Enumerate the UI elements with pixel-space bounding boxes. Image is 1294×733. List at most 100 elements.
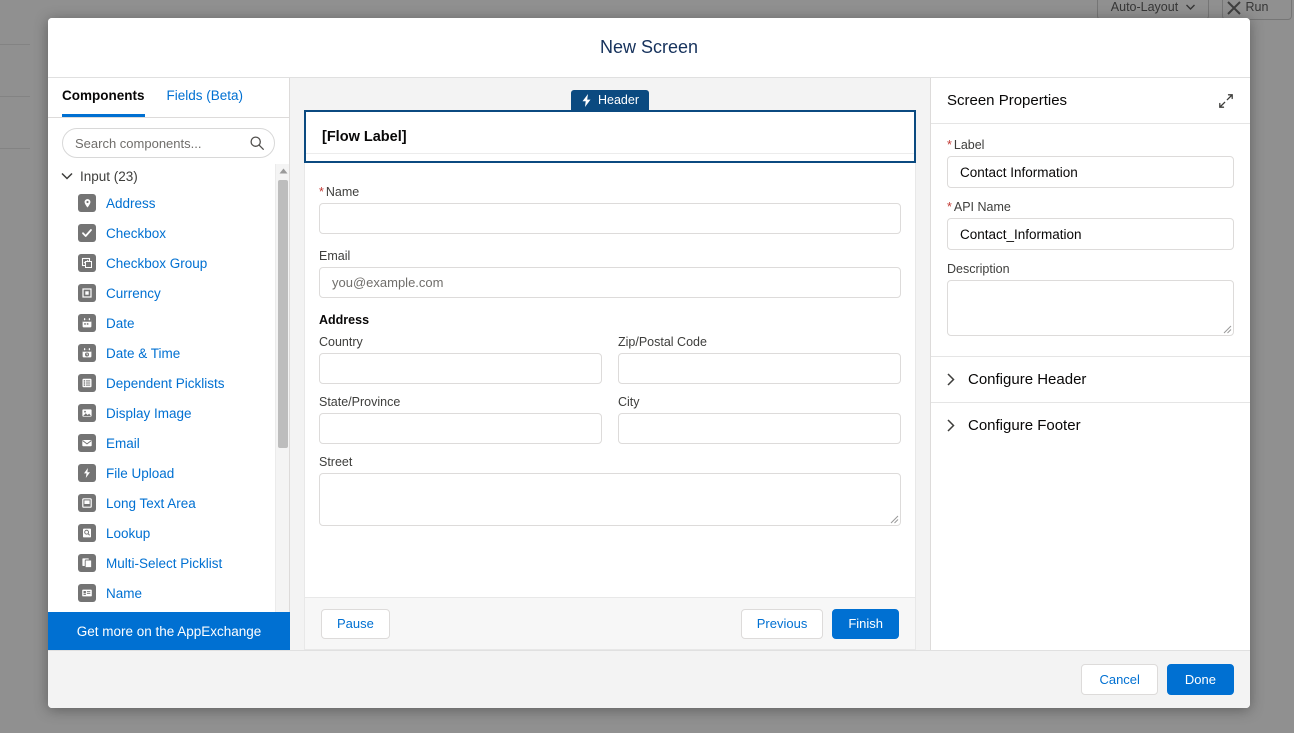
flow-header-region[interactable]: [Flow Label] xyxy=(304,110,916,163)
field-state-input[interactable] xyxy=(319,413,602,444)
component-date[interactable]: Date xyxy=(50,308,289,338)
property-description-caption: Description xyxy=(947,262,1234,276)
search-input[interactable] xyxy=(75,135,244,151)
checkmark-icon xyxy=(78,224,96,242)
search-box[interactable] xyxy=(62,128,275,158)
property-caption-text: Description xyxy=(947,262,1010,276)
accordion-configure-footer[interactable]: Configure Footer xyxy=(931,402,1250,448)
component-multi-select-picklist[interactable]: Multi-Select Picklist xyxy=(50,548,289,578)
component-file-upload[interactable]: File Upload xyxy=(50,458,289,488)
component-label: Email xyxy=(106,435,140,451)
components-palette: Components Fields (Beta) Search componen… xyxy=(48,78,290,650)
component-dependent-picklists[interactable]: Dependent Picklists xyxy=(50,368,289,398)
scroll-up-arrow-icon[interactable] xyxy=(276,164,289,178)
cancel-button[interactable]: Cancel xyxy=(1081,664,1158,695)
page-title: New Screen xyxy=(599,37,699,57)
appexchange-link[interactable]: Get more on the AppExchange xyxy=(48,612,290,650)
flow-footer-region[interactable]: Pause Previous Finish xyxy=(304,597,916,650)
field-street-label: Street xyxy=(319,455,901,469)
field-country: Country xyxy=(319,335,602,384)
field-city-input[interactable] xyxy=(618,413,901,444)
component-label: Long Text Area xyxy=(106,495,196,511)
tab-components-label: Components xyxy=(62,87,145,103)
field-name: * Name xyxy=(319,185,901,234)
component-label: Currency xyxy=(106,285,161,301)
property-label-caption: * Label xyxy=(947,138,1234,152)
modal-body: Components Fields (Beta) Search componen… xyxy=(48,78,1250,650)
palette-scrollbar[interactable] xyxy=(275,164,289,650)
previous-button[interactable]: Previous xyxy=(740,608,824,639)
required-asterisk: * xyxy=(947,138,952,152)
chevron-right-icon xyxy=(947,419,955,432)
modal-header: New Screen xyxy=(48,18,1250,78)
component-label: Display Image xyxy=(106,405,192,421)
done-button[interactable]: Done xyxy=(1166,664,1234,695)
api-name-input[interactable]: Contact_Information xyxy=(947,218,1234,250)
field-name-label: * Name xyxy=(319,185,901,199)
field-country-label: Country xyxy=(319,335,602,349)
component-date-time[interactable]: Date & Time xyxy=(50,338,289,368)
field-label-text: State/Province xyxy=(319,395,401,409)
finish-button[interactable]: Finish xyxy=(832,608,899,639)
component-checkbox-group[interactable]: Checkbox Group xyxy=(50,248,289,278)
component-currency[interactable]: Currency xyxy=(50,278,289,308)
envelope-icon xyxy=(78,434,96,452)
lookup-icon xyxy=(78,524,96,542)
pause-button[interactable]: Pause xyxy=(321,608,390,639)
appexchange-label: Get more on the AppExchange xyxy=(76,623,262,639)
component-display-image[interactable]: Display Image xyxy=(50,398,289,428)
group-input[interactable]: Input (23) xyxy=(50,164,289,188)
label-input[interactable]: Contact Information xyxy=(947,156,1234,188)
flow-label: [Flow Label] xyxy=(322,128,407,145)
palette-scrollbar-thumb[interactable] xyxy=(278,180,288,448)
field-street-textarea[interactable] xyxy=(319,473,901,526)
components-list[interactable]: Input (23) Address Checkbox Checkbox Gro… xyxy=(48,164,289,650)
field-zip-label: Zip/Postal Code xyxy=(618,335,901,349)
calendar-clock-icon xyxy=(78,344,96,362)
component-label: Date & Time xyxy=(106,345,181,361)
tab-fields-beta[interactable]: Fields (Beta) xyxy=(167,78,244,117)
screen-preview-canvas: Header [Flow Label] * Name Email you@exa… xyxy=(290,78,930,650)
component-email[interactable]: Email xyxy=(50,428,289,458)
field-zip-postal-code: Zip/Postal Code xyxy=(618,335,901,384)
resize-handle-icon[interactable] xyxy=(888,513,899,524)
done-label: Done xyxy=(1184,672,1216,687)
component-label: Date xyxy=(106,315,135,331)
resize-handle-icon[interactable] xyxy=(1221,323,1232,334)
finish-label: Finish xyxy=(848,616,883,631)
field-email-input[interactable]: you@example.com xyxy=(319,267,901,298)
component-long-text-area[interactable]: Long Text Area xyxy=(50,488,289,518)
currency-icon xyxy=(78,284,96,302)
cancel-label: Cancel xyxy=(1099,672,1140,687)
component-checkbox[interactable]: Checkbox xyxy=(50,218,289,248)
field-zip-input[interactable] xyxy=(618,353,901,384)
header-badge[interactable]: Header xyxy=(571,90,649,110)
component-label: Dependent Picklists xyxy=(106,375,225,391)
field-email-label: Email xyxy=(319,249,901,263)
properties-header: Screen Properties xyxy=(931,78,1250,124)
component-address[interactable]: Address xyxy=(50,188,289,218)
field-name-input[interactable] xyxy=(319,203,901,234)
search-icon xyxy=(250,136,264,150)
component-lookup[interactable]: Lookup xyxy=(50,518,289,548)
header-badge-label: Header xyxy=(598,93,639,107)
field-label-text: Country xyxy=(319,335,363,349)
component-label: Lookup xyxy=(106,525,151,541)
calendar-icon xyxy=(78,314,96,332)
component-label: Name xyxy=(106,585,143,601)
search-wrapper xyxy=(48,118,289,164)
expand-diagonal-icon[interactable] xyxy=(1218,93,1234,109)
field-state-label: State/Province xyxy=(319,395,602,409)
field-country-input[interactable] xyxy=(319,353,602,384)
group-input-label: Input (23) xyxy=(80,168,138,184)
component-label: Checkbox Group xyxy=(106,255,208,271)
tab-components[interactable]: Components xyxy=(62,78,145,117)
accordion-configure-header[interactable]: Configure Header xyxy=(931,356,1250,402)
field-email: Email you@example.com xyxy=(319,249,901,298)
field-label-text: Zip/Postal Code xyxy=(618,335,707,349)
component-name[interactable]: Name xyxy=(50,578,289,608)
property-description-field: Description xyxy=(947,262,1234,336)
lightning-bolt-icon xyxy=(78,464,96,482)
description-textarea[interactable] xyxy=(947,280,1234,336)
address-row-2: State/Province City xyxy=(319,395,901,455)
